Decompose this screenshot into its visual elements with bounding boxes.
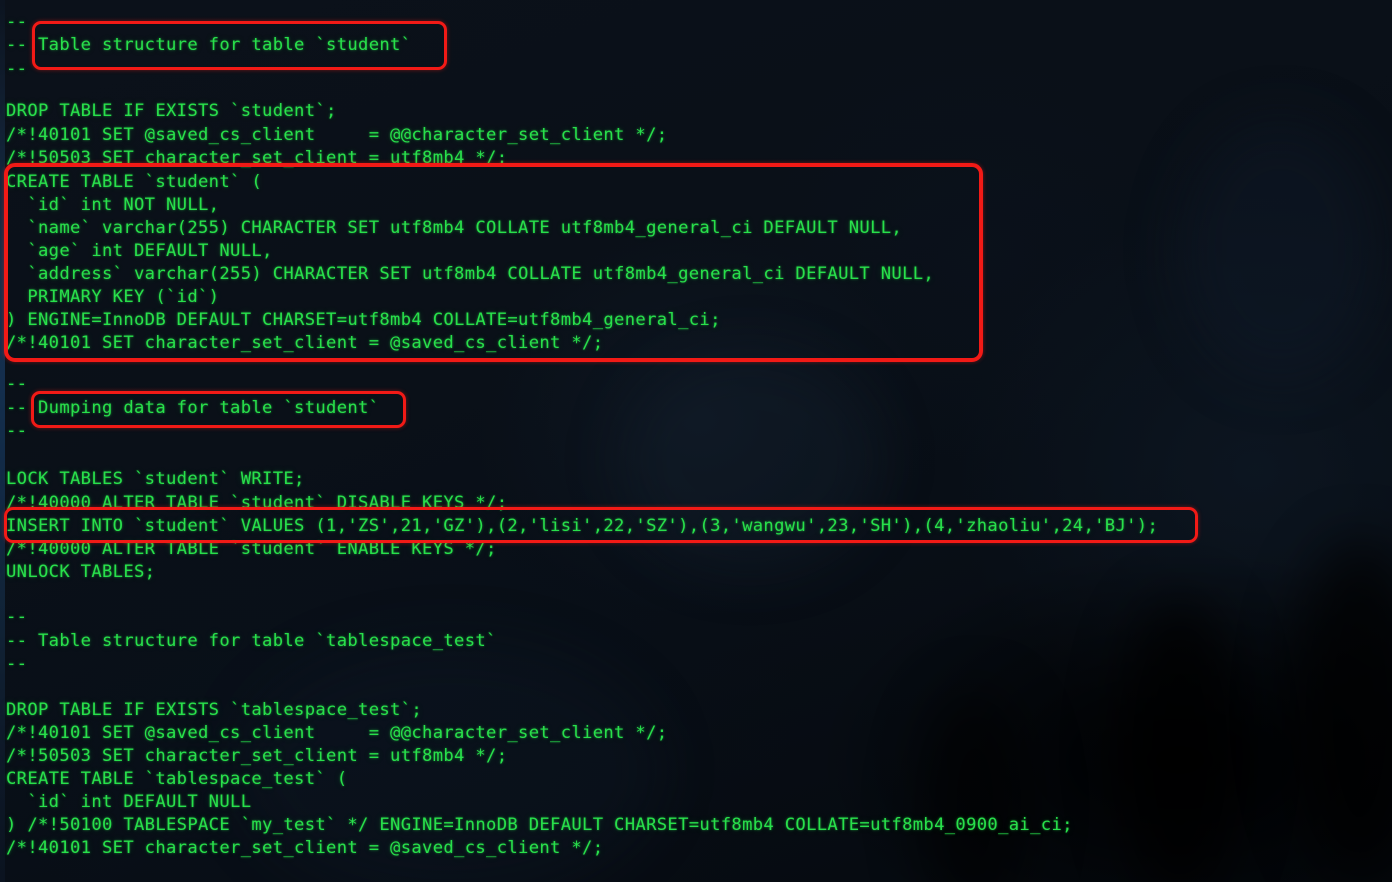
- code-line: --: [6, 607, 28, 627]
- code-line: --: [6, 59, 28, 79]
- code-line: INSERT INTO `student` VALUES (1,'ZS',21,…: [6, 516, 1159, 536]
- code-line: `id` int DEFAULT NULL: [6, 792, 252, 812]
- code-line: `address` varchar(255) CHARACTER SET utf…: [6, 264, 935, 284]
- code-line: /*!50503 SET character_set_client = utf8…: [6, 148, 508, 168]
- code-line: CREATE TABLE `tablespace_test` (: [6, 769, 348, 789]
- code-line: /*!40000 ALTER TABLE `student` DISABLE K…: [6, 493, 508, 513]
- code-line: /*!50503 SET character_set_client = utf8…: [6, 746, 508, 766]
- code-line: --: [6, 421, 28, 441]
- code-line: -- Table structure for table `tablespace…: [6, 631, 497, 651]
- code-line: CREATE TABLE `student` (: [6, 172, 263, 192]
- code-line: LOCK TABLES `student` WRITE;: [6, 469, 305, 489]
- code-line: ) /*!50100 TABLESPACE `my_test` */ ENGIN…: [6, 815, 1073, 835]
- code-line: `id` int NOT NULL,: [6, 195, 220, 215]
- code-line: `name` varchar(255) CHARACTER SET utf8mb…: [6, 218, 903, 238]
- code-line: -- Dumping data for table `student`: [6, 398, 380, 418]
- sql-dump-code[interactable]: -- -- Table structure for table `student`…: [0, 0, 1392, 882]
- code-line: UNLOCK TABLES;: [6, 562, 156, 582]
- code-line: /*!40000 ALTER TABLE `student` ENABLE KE…: [6, 539, 497, 559]
- code-line: -- Table structure for table `student`: [6, 35, 412, 55]
- code-line: DROP TABLE IF EXISTS `tablespace_test`;: [6, 700, 423, 720]
- code-line: /*!40101 SET character_set_client = @sav…: [6, 333, 604, 353]
- code-line: --: [6, 374, 28, 394]
- terminal-window[interactable]: -- -- Table structure for table `student`…: [0, 0, 1392, 882]
- code-line: --: [6, 654, 28, 674]
- code-line: --: [6, 12, 28, 32]
- code-line: DROP TABLE IF EXISTS `student`;: [6, 101, 337, 121]
- code-line: PRIMARY KEY (`id`): [6, 287, 220, 307]
- code-line: /*!40101 SET character_set_client = @sav…: [6, 838, 604, 858]
- code-line: ) ENGINE=InnoDB DEFAULT CHARSET=utf8mb4 …: [6, 310, 721, 330]
- code-line: /*!40101 SET @saved_cs_client = @@charac…: [6, 125, 668, 145]
- code-line: /*!40101 SET @saved_cs_client = @@charac…: [6, 723, 668, 743]
- code-line: `age` int DEFAULT NULL,: [6, 241, 273, 261]
